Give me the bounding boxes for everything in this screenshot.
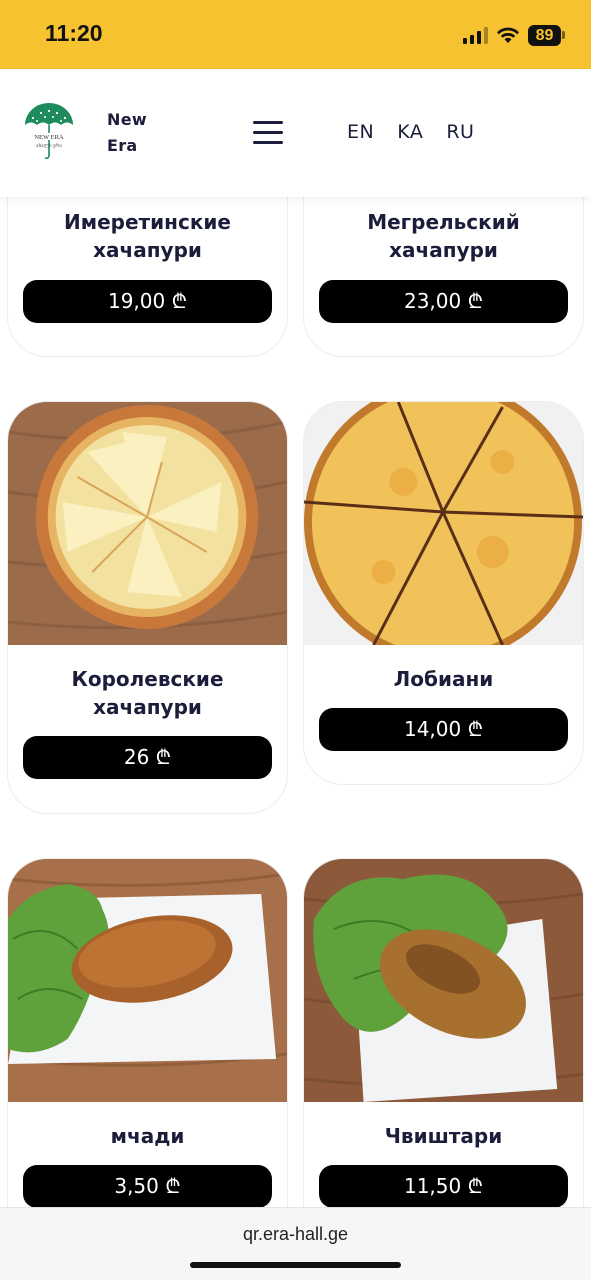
browser-url-bar[interactable]: qr.era-hall.ge [0,1207,591,1280]
hamburger-icon [253,121,283,124]
site-header: NEW ERA ახალი ერა New Era EN KA RU [0,69,591,197]
brand-line-1: New [107,110,147,129]
menu-item-photo [8,859,287,1102]
menu-item-name: Королевские хачапури [71,667,224,719]
brand-name: New Era [107,107,147,159]
svg-text:ახალი ერა: ახალი ერა [36,142,62,149]
brand-line-2: Era [107,136,138,155]
status-time: 11:20 [45,20,103,46]
lang-ka-link[interactable]: KA [397,121,423,143]
menu-item-card[interactable]: Мегрельский хачапури 23,00 ₾ [303,197,584,357]
svg-text:NEW ERA: NEW ERA [34,134,64,141]
cellular-signal-icon [463,26,488,44]
wifi-icon [497,27,519,43]
new-era-logo[interactable]: NEW ERA ახალი ერა [22,103,76,163]
menu-item-card[interactable]: мчади 3,50 ₾ [7,858,288,1207]
menu-item-price-button[interactable]: 11,50 ₾ [319,1165,568,1207]
url-text: qr.era-hall.ge [242,1224,349,1244]
battery-level: 89 [528,24,561,46]
menu-item-card[interactable]: Королевские хачапури 26 ₾ [7,401,288,814]
menu-item-name: Мегрельский хачапури [367,210,520,262]
menu-item-price-button[interactable]: 26 ₾ [23,736,272,779]
status-bar: 11:20 89 [0,0,591,69]
menu-item-name: мчади [110,1124,185,1148]
menu-item-name: Лобиани [393,667,494,691]
menu-item-card[interactable]: Лобиани 14,00 ₾ [303,401,584,785]
menu-item-name: Имеретинские хачапури [64,210,231,262]
lang-en-link[interactable]: EN [347,121,374,143]
hamburger-menu-button[interactable] [253,121,283,145]
menu-item-photo [304,859,583,1102]
menu-item-photo [304,402,583,645]
home-indicator[interactable] [190,1262,401,1268]
language-switcher: EN KA RU [347,121,474,143]
menu-item-card[interactable]: Имеретинские хачапури 19,00 ₾ [7,197,288,357]
menu-grid: Имеретинские хачапури 19,00 ₾ Мегрельски… [0,197,591,1207]
menu-item-price-button[interactable]: 19,00 ₾ [23,280,272,323]
menu-item-name: Чвиштари [384,1124,503,1148]
menu-item-card[interactable]: Чвиштари 11,50 ₾ [303,858,584,1207]
menu-item-price-button[interactable]: 14,00 ₾ [319,708,568,751]
battery-icon: 89 [528,24,565,46]
menu-item-price-button[interactable]: 3,50 ₾ [23,1165,272,1207]
menu-item-price-button[interactable]: 23,00 ₾ [319,280,568,323]
lang-ru-link[interactable]: RU [446,121,474,143]
status-icons: 89 [463,24,565,46]
menu-item-photo [8,402,287,645]
